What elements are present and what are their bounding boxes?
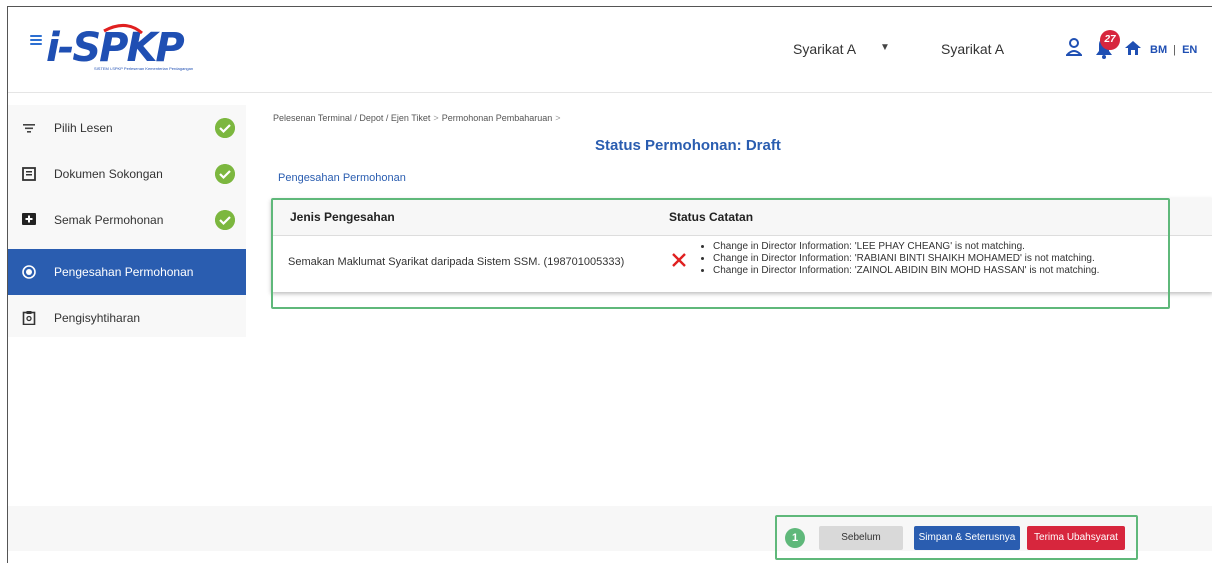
check-circle-icon bbox=[215, 210, 235, 230]
clipboard-icon bbox=[22, 311, 36, 325]
sidebar-item-label: Pilih Lesen bbox=[54, 121, 113, 135]
breadcrumb-item[interactable]: Permohonan Pembaharuan bbox=[442, 113, 553, 123]
app-logo[interactable]: i-SPKP SISTEM i-SPKP Perlesenan Kementer… bbox=[46, 21, 216, 77]
language-switcher: BM | EN bbox=[1150, 44, 1197, 56]
document-list-icon bbox=[22, 167, 36, 181]
step-marker-badge: 1 bbox=[785, 528, 805, 548]
notification-badge[interactable]: 27 bbox=[1100, 30, 1120, 50]
top-bar: i-SPKP SISTEM i-SPKP Perlesenan Kementer… bbox=[8, 7, 1212, 93]
previous-button[interactable]: Sebelum bbox=[819, 526, 903, 550]
add-box-icon bbox=[22, 213, 36, 225]
logo-graphic: i-SPKP bbox=[46, 24, 186, 71]
company-name: Syarikat A bbox=[941, 41, 1005, 57]
sidebar-item-label: Semak Permohonan bbox=[54, 213, 164, 227]
verify-icon bbox=[22, 265, 36, 279]
breadcrumb: Pelesenan Terminal / Depot / Ejen Tiket >… bbox=[273, 113, 564, 123]
page-title: Status Permohonan: Draft bbox=[595, 137, 781, 154]
user-icon[interactable] bbox=[1066, 38, 1082, 56]
breadcrumb-item[interactable]: Pelesenan Terminal / Depot / Ejen Tiket bbox=[273, 113, 430, 123]
save-next-button[interactable]: Simpan & Seterusnya bbox=[914, 526, 1020, 550]
sidebar-item-semak-permohonan[interactable]: Semak Permohonan bbox=[8, 197, 246, 243]
lang-en-link[interactable]: EN bbox=[1182, 44, 1197, 56]
sidebar-item-label: Pengisyhtiharan bbox=[54, 311, 141, 325]
sidebar: Pilih Lesen Dokumen Sokongan Semak Permo… bbox=[8, 105, 246, 337]
company-select[interactable]: Syarikat A bbox=[793, 41, 856, 57]
breadcrumb-separator: > bbox=[555, 113, 561, 123]
breadcrumb-separator: > bbox=[433, 113, 439, 123]
menu-icon[interactable] bbox=[30, 35, 42, 45]
app-frame: i-SPKP SISTEM i-SPKP Perlesenan Kementer… bbox=[7, 6, 1212, 563]
sidebar-item-dokumen-sokongan[interactable]: Dokumen Sokongan bbox=[8, 151, 246, 197]
check-circle-icon bbox=[215, 118, 235, 138]
table-highlight-box bbox=[271, 198, 1170, 309]
sidebar-item-pengesahan-permohonan[interactable]: Pengesahan Permohonan bbox=[8, 249, 246, 295]
sidebar-item-label: Pengesahan Permohonan bbox=[54, 265, 194, 279]
home-icon[interactable] bbox=[1125, 41, 1141, 55]
section-title: Pengesahan Permohonan bbox=[278, 172, 406, 184]
sidebar-item-pilih-lesen[interactable]: Pilih Lesen bbox=[8, 105, 246, 151]
accept-conditions-button[interactable]: Terima Ubahsyarat bbox=[1027, 526, 1125, 550]
check-circle-icon bbox=[215, 164, 235, 184]
chevron-down-icon[interactable]: ▼ bbox=[880, 42, 890, 53]
svg-text:i-SPKP: i-SPKP bbox=[46, 25, 184, 71]
logo-subtitle: SISTEM i-SPKP Perlesenan Kementerian Per… bbox=[94, 66, 194, 71]
sidebar-item-label: Dokumen Sokongan bbox=[54, 167, 163, 181]
lang-bm-link[interactable]: BM bbox=[1150, 44, 1167, 56]
sidebar-item-pengisyhtiharan[interactable]: Pengisyhtiharan bbox=[8, 295, 246, 341]
lang-separator: | bbox=[1173, 44, 1177, 56]
filter-icon bbox=[23, 124, 35, 133]
